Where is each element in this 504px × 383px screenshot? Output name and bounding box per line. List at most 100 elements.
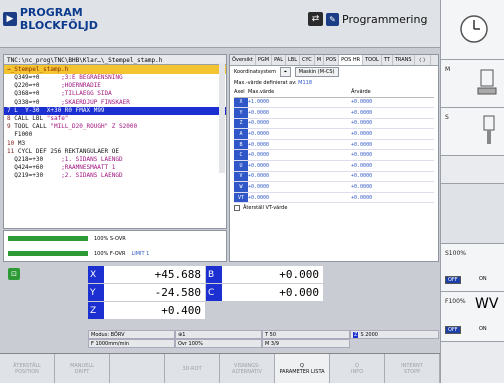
- axis-cell: W: [234, 181, 248, 193]
- program-panel: TNC:\nc_prog\TNC\BHB\Klar…\_Stempel_stam…: [3, 54, 227, 229]
- clock-button[interactable]: [441, 0, 504, 60]
- axis-cell: C: [234, 149, 248, 162]
- actual-cell: +0.0000: [351, 139, 434, 151]
- softkey-1[interactable]: ÅTERSTÄLL POSITION: [0, 354, 55, 383]
- mode-swap-icon[interactable]: ⇄: [308, 12, 323, 26]
- line-code: L Y-30 X+30 R0 FMAX M99: [10, 106, 105, 114]
- f-off-toggle[interactable]: OFF: [445, 326, 461, 334]
- line-code: Q424=+60: [7, 164, 62, 172]
- program-line[interactable]: Q424=+60 ;RAAMNESMAATT 1: [4, 164, 226, 172]
- s-override-percent: S100%: [445, 250, 466, 257]
- softkey-bar: ÅTERSTÄLL POSITION MANUELL DRIFT 3D-ROT VISNI…: [0, 353, 440, 383]
- line-comment: ;2. SIDANS LAENGD: [61, 172, 123, 180]
- axis-cell: B: [234, 139, 248, 151]
- actual-cell: +0.0000: [351, 181, 434, 193]
- axis-cell: Z: [234, 118, 248, 130]
- program-line[interactable]: Q220=+0 ;HOERNRADIE: [4, 82, 226, 90]
- program-scrollbar[interactable]: [219, 63, 225, 173]
- reset-vt-checkbox[interactable]: [234, 205, 240, 212]
- coordinate-system-label: Koordinatsystem: [234, 69, 276, 75]
- line-comment: "safe": [46, 114, 69, 122]
- max-cell: +0.0000: [248, 149, 352, 162]
- tab-tt[interactable]: TT: [382, 55, 393, 65]
- softkey-6[interactable]: Q PARAMETER LISTA: [275, 354, 330, 383]
- program-line[interactable]: 8 CALL LBL "safe": [4, 115, 226, 123]
- tab-översikt[interactable]: Översikt: [230, 55, 256, 65]
- machine-mode-label: PROGRAM BLOCKFÖLJD: [19, 6, 98, 32]
- table-row: X +1.0000 +0.0000: [234, 97, 434, 109]
- machine-mode[interactable]: ▶ PROGRAM BLOCKFÖLJD: [3, 6, 163, 32]
- program-line[interactable]: 11 CYCL DEF 256 REKTANGULAER OE: [4, 148, 226, 156]
- line-comment: ;3:E BEGRAENSNING: [61, 74, 123, 81]
- line-comment: ;1. SIDANS LAENGD: [61, 155, 123, 163]
- tab-lbl[interactable]: LBL: [286, 55, 301, 65]
- tab-scroll-arrows[interactable]: 〈 〉: [415, 55, 432, 65]
- coordinate-system-value[interactable]: Maskin (M-CS): [294, 67, 339, 77]
- softkey-3[interactable]: [110, 354, 165, 383]
- axis-cell: V: [234, 171, 248, 183]
- program-line[interactable]: Q349=+0 ;3:E BEGRAENSNING: [4, 74, 226, 82]
- program-run-icon: ▶: [3, 12, 17, 26]
- s-on-toggle[interactable]: ON: [477, 276, 489, 282]
- line-comment: ;SKAERDJUP FINSKAER: [61, 98, 130, 106]
- reset-vt-row[interactable]: Återställ VT-värde: [230, 203, 438, 213]
- program-line[interactable]: 7 L Y-30 X+30 R0 FMAX M99: [4, 106, 226, 115]
- axis-b-value: +0.000: [222, 266, 323, 283]
- line-code: Q349=+0: [7, 74, 62, 81]
- line-code: F1000: [7, 131, 33, 139]
- s-override-control[interactable]: S100% OFF ON: [441, 244, 504, 292]
- table-row: C +0.0000 +0.0000: [234, 149, 434, 162]
- tab-pos[interactable]: POS: [324, 55, 340, 65]
- f-override-control[interactable]: F100% WV OFF ON: [441, 292, 504, 342]
- s-override-row: 100% S-OVR: [4, 231, 226, 246]
- softkey-7[interactable]: Q INFO: [330, 354, 385, 383]
- softkey-line1: 3D-ROT: [182, 365, 202, 372]
- program-line[interactable]: Q368=+0 ;TILLAEGG SIDA: [4, 90, 226, 98]
- program-line[interactable]: Q219=+30 ;2. SIDANS LAENGD: [4, 172, 226, 180]
- s-function-button[interactable]: S: [441, 108, 504, 156]
- softkey-2[interactable]: MANUELL DRIFT: [55, 354, 110, 383]
- program-line[interactable]: 9 TOOL CALL "MILL_D20_ROUGH" Z S2000: [4, 123, 226, 131]
- program-line[interactable]: F1000: [4, 131, 226, 139]
- m-function-button[interactable]: M: [441, 60, 504, 108]
- coordinate-system-row: Koordinatsystem ⌖ Maskin (M-CS): [230, 66, 438, 78]
- max-cell: +0.0000: [248, 181, 352, 193]
- f-on-toggle[interactable]: ON: [477, 326, 489, 332]
- status-tabs: Översikt PGM PAL LBL CYC M POS POS HR TOOL TT TRAN…: [230, 55, 438, 66]
- actual-cell: +0.0000: [351, 160, 434, 172]
- programming-mode[interactable]: ⇄ ✎ Programmering: [308, 10, 436, 28]
- tab-trans[interactable]: TRANS: [393, 55, 415, 65]
- softkey-line2: DRIFT: [74, 368, 90, 375]
- program-line[interactable]: 10 M3: [4, 140, 226, 148]
- coordinate-system-icon[interactable]: ⌖: [279, 67, 291, 77]
- line-code: M3: [14, 139, 26, 147]
- axis-b-row: B +0.000: [206, 266, 323, 283]
- softkey-8[interactable]: INTERNT STOPP: [385, 354, 440, 383]
- program-file[interactable]: →_Stempel_stamp.h: [4, 65, 226, 74]
- axis-y-label: Y: [88, 284, 104, 301]
- s-off-toggle[interactable]: OFF: [445, 276, 461, 284]
- softkey-5[interactable]: VISNINGS- ALTERNATIV: [220, 354, 275, 383]
- actual-cell: +0.0000: [351, 107, 434, 119]
- axis-cell: X: [234, 97, 248, 109]
- s-override-fill: [8, 236, 88, 241]
- tab-pal[interactable]: PAL: [272, 55, 287, 65]
- softkey-4[interactable]: 3D-ROT: [165, 354, 220, 383]
- axis-cell: A: [234, 128, 248, 140]
- program-line[interactable]: Q218=+30 ;1. SIDANS LAENGD: [4, 156, 226, 164]
- override-panel: 100% S-OVR 100% F-OVR LIMIT 1: [3, 230, 227, 262]
- tab-pgm[interactable]: PGM: [256, 55, 273, 65]
- table-row: Z +0.0000 +0.0000: [234, 118, 434, 130]
- max-cell: +0.0000: [248, 118, 352, 130]
- tab-m[interactable]: M: [315, 55, 325, 65]
- line-code: Q219=+30: [7, 172, 62, 180]
- tab-cyc[interactable]: CYC: [300, 55, 315, 65]
- program-line[interactable]: Q338=+0 ;SKAERDJUP FINSKAER: [4, 99, 226, 107]
- table-row: Y +0.0000 +0.0000: [234, 107, 434, 119]
- tab-tool[interactable]: TOOL: [363, 55, 382, 65]
- actual-cell: +0.0000: [351, 192, 434, 204]
- tab-pos-hr[interactable]: POS HR: [339, 55, 364, 65]
- max-cell: +0.0000: [248, 107, 352, 119]
- axis-c-value: +0.000: [222, 284, 323, 301]
- status-tool: T 50: [262, 330, 350, 339]
